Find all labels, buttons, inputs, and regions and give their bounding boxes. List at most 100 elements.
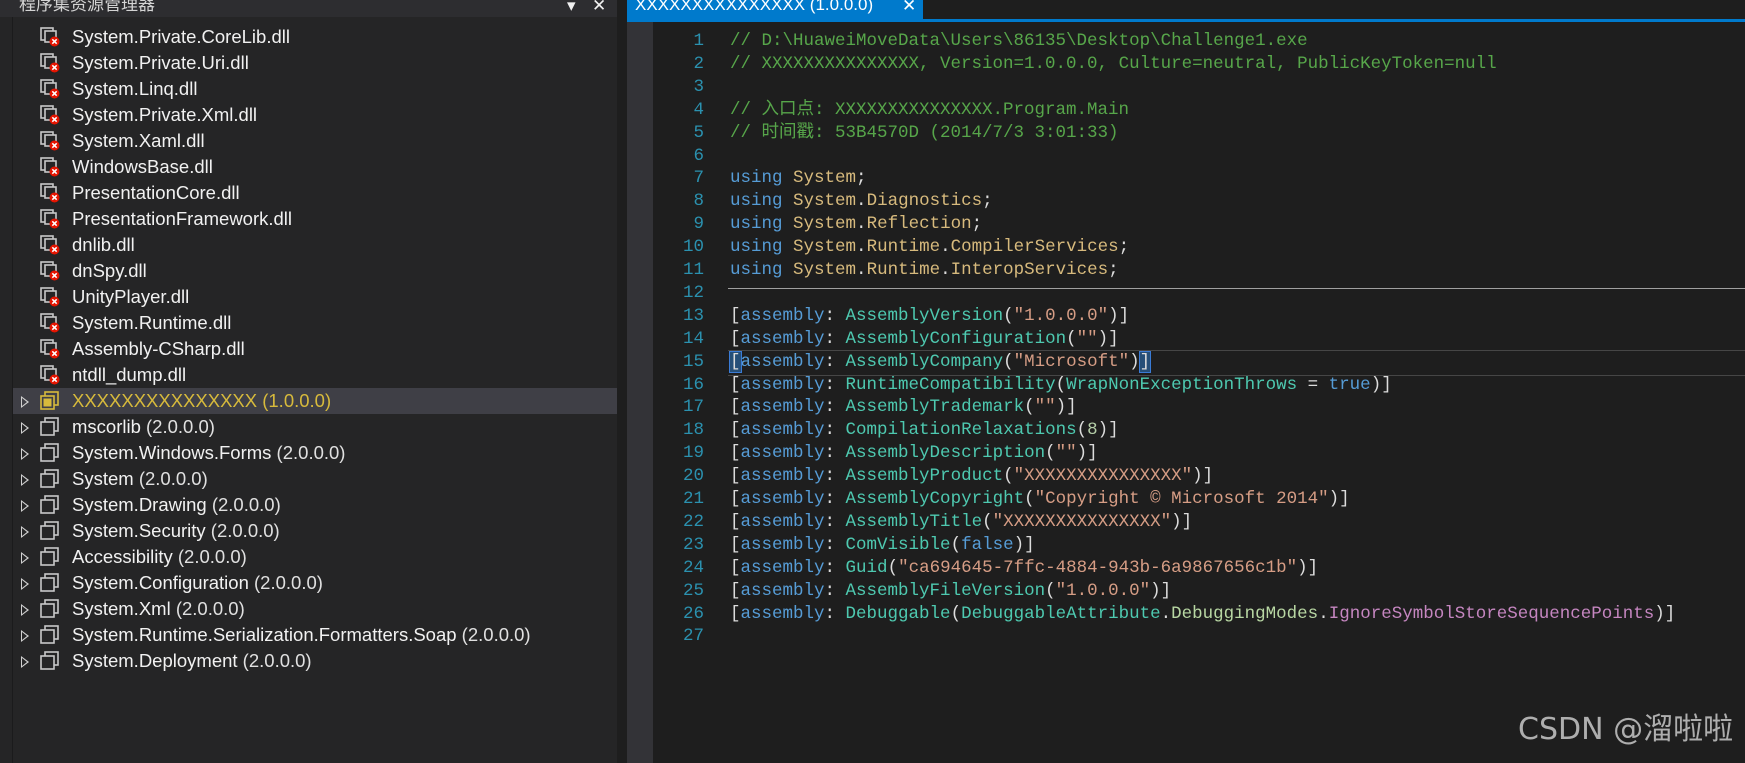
dnspy-window: 程序集资源管理器 ▾ ✕ System.Private.CoreLib.dll …: [0, 0, 1745, 763]
code-token: DebuggingModes: [1171, 603, 1319, 624]
expand-arrow-icon[interactable]: [21, 604, 29, 616]
code-line[interactable]: 24 [assembly: Guid("ca694645-7ffc-4884-94…: [653, 556, 1745, 580]
code-token: (: [1003, 466, 1014, 487]
tree-item-label: PresentationFramework.dll: [72, 206, 292, 232]
tree-item[interactable]: System.Linq.dll: [13, 76, 617, 102]
code-line[interactable]: 27: [653, 624, 1745, 648]
tree-item[interactable]: ntdll_dump.dll: [13, 362, 617, 388]
code-line[interactable]: 2 // XXXXXXXXXXXXXXX, Version=1.0.0.0, Cu…: [653, 52, 1745, 76]
expand-arrow-icon[interactable]: [21, 526, 29, 538]
code-line[interactable]: 26 [assembly: Debuggable(DebuggableAttrib…: [653, 602, 1745, 626]
explorer-close-icon[interactable]: ✕: [592, 0, 606, 14]
expand-arrow-icon[interactable]: [21, 552, 29, 564]
tree-item[interactable]: UnityPlayer.dll: [13, 284, 617, 310]
code-line[interactable]: 8 using System.Diagnostics;: [653, 189, 1745, 213]
expand-arrow-icon[interactable]: [21, 630, 29, 642]
code-line[interactable]: 3: [653, 75, 1745, 99]
tree-item[interactable]: Assembly-CSharp.dll: [13, 336, 617, 362]
code-line[interactable]: 15 [assembly: AssemblyCompany("Microsoft"…: [653, 349, 1745, 376]
code-text: [assembly: AssemblyCopyright("Copyright …: [730, 487, 1350, 511]
tree-item[interactable]: dnSpy.dll: [13, 258, 617, 284]
code-line[interactable]: 18 [assembly: CompilationRelaxations(8)]: [653, 418, 1745, 442]
tree-item[interactable]: dnlib.dll: [13, 232, 617, 258]
tree-item-label: ntdll_dump.dll: [72, 362, 186, 388]
code-token: System: [793, 168, 857, 189]
code-line[interactable]: 14 [assembly: AssemblyConfiguration("")]: [653, 327, 1745, 351]
code-token: ;: [971, 214, 983, 235]
code-line[interactable]: 13 [assembly: AssemblyVersion("1.0.0.0")]: [653, 304, 1745, 328]
code-token: (: [1066, 328, 1077, 349]
code-token: [: [730, 443, 741, 464]
code-line[interactable]: 9 using System.Reflection;: [653, 212, 1745, 236]
panel-splitter[interactable]: [617, 0, 627, 763]
code-line[interactable]: 25 [assembly: AssemblyFileVersion("1.0.0.…: [653, 579, 1745, 603]
tab-label: XXXXXXXXXXXXXXX (1.0.0.0): [635, 0, 874, 14]
code-token: AssemblyTitle: [845, 511, 983, 532]
expand-arrow-icon[interactable]: [21, 656, 29, 668]
line-number: 2: [693, 53, 704, 74]
code-token: .: [940, 237, 951, 258]
code-line[interactable]: 16 [assembly: RuntimeCompatibility(WrapNo…: [653, 373, 1745, 397]
code-editor[interactable]: 1 // D:\HuaweiMoveData\Users\86135\Deskto…: [653, 22, 1745, 763]
tab-close-icon[interactable]: ✕: [902, 0, 916, 14]
code-line[interactable]: 7 using System;: [653, 166, 1745, 190]
tree-item[interactable]: System.Private.CoreLib.dll: [13, 24, 617, 50]
code-token: )]: [1297, 557, 1319, 578]
code-token: (: [982, 511, 993, 532]
tree-item[interactable]: System.Runtime.dll: [13, 310, 617, 336]
expand-arrow-icon[interactable]: [21, 422, 29, 434]
code-token: using: [730, 214, 783, 235]
code-line[interactable]: 17 [assembly: AssemblyTrademark("")]: [653, 395, 1745, 419]
line-number: 19: [682, 443, 704, 464]
explorer-options-chevron-icon[interactable]: ▾: [567, 0, 576, 14]
tree-item[interactable]: System.Xaml.dll: [13, 128, 617, 154]
tree-item[interactable]: System (2.0.0.0): [13, 466, 617, 492]
tree-item[interactable]: System.Configuration (2.0.0.0): [13, 570, 617, 596]
expand-arrow-icon[interactable]: [21, 578, 29, 590]
tree-item[interactable]: WindowsBase.dll: [13, 154, 617, 180]
code-line[interactable]: 11 using System.Runtime.InteropServices;: [653, 258, 1745, 282]
line-number: 13: [682, 305, 704, 326]
code-line[interactable]: 1 // D:\HuaweiMoveData\Users\86135\Deskto…: [653, 29, 1745, 53]
tree-item[interactable]: System.Xml (2.0.0.0): [13, 596, 617, 622]
code-token: System: [793, 214, 857, 235]
code-token: )]: [1192, 466, 1214, 487]
code-line[interactable]: 20 [assembly: AssemblyProduct("XXXXXXXXXX…: [653, 464, 1745, 488]
code-line[interactable]: 19 [assembly: AssemblyDescription("")]: [653, 441, 1745, 465]
line-number: 4: [693, 99, 704, 120]
code-text: [assembly: AssemblyCompany("Microsoft")]: [729, 350, 1152, 374]
expand-arrow-icon[interactable]: [21, 500, 29, 512]
tree-item[interactable]: mscorlib (2.0.0.0): [13, 414, 617, 440]
expand-arrow-icon[interactable]: [21, 396, 29, 408]
tree-item[interactable]: Accessibility (2.0.0.0): [13, 544, 617, 570]
assembly-name: mscorlib: [72, 416, 141, 437]
tree-item[interactable]: System.Runtime.Serialization.Formatters.…: [13, 622, 617, 648]
tree-item[interactable]: XXXXXXXXXXXXXXX (1.0.0.0): [13, 388, 617, 414]
expand-arrow-icon[interactable]: [21, 474, 29, 486]
line-number: 23: [682, 534, 704, 555]
tree-item-label: System.Drawing (2.0.0.0): [72, 492, 281, 518]
code-line[interactable]: 6: [653, 144, 1745, 168]
tree-item[interactable]: System.Deployment (2.0.0.0): [13, 648, 617, 674]
code-line[interactable]: 4 // 入口点: XXXXXXXXXXXXXXX.Program.Main: [653, 98, 1745, 122]
tree-item[interactable]: System.Windows.Forms (2.0.0.0): [13, 440, 617, 466]
tree-item-label: System.Configuration (2.0.0.0): [72, 570, 323, 596]
tree-item[interactable]: System.Drawing (2.0.0.0): [13, 492, 617, 518]
tree-item[interactable]: System.Security (2.0.0.0): [13, 518, 617, 544]
code-line[interactable]: 22 [assembly: AssemblyTitle("XXXXXXXXXXXX…: [653, 510, 1745, 534]
expand-arrow-icon[interactable]: [21, 448, 29, 460]
code-token: Diagnostics: [866, 191, 983, 212]
code-line[interactable]: 21 [assembly: AssemblyCopyright("Copyrigh…: [653, 487, 1745, 511]
code-line[interactable]: 12: [653, 281, 1745, 305]
tab-decompiled-assembly[interactable]: XXXXXXXXXXXXXXX (1.0.0.0) ✕: [627, 0, 923, 19]
tree-item[interactable]: System.Private.Uri.dll: [13, 50, 617, 76]
code-line[interactable]: 5 // 时间戳: 53B4570D (2014/7/3 3:01:33): [653, 121, 1745, 145]
code-text: using System.Runtime.CompilerServices;: [730, 235, 1129, 259]
code-line[interactable]: 23 [assembly: ComVisible(false)]: [653, 533, 1745, 557]
tree-item[interactable]: PresentationCore.dll: [13, 180, 617, 206]
tree-item[interactable]: PresentationFramework.dll: [13, 206, 617, 232]
code-line[interactable]: 10 using System.Runtime.CompilerServices;: [653, 235, 1745, 259]
tree-item-label: System.Xaml.dll: [72, 128, 205, 154]
tree-item[interactable]: System.Private.Xml.dll: [13, 102, 617, 128]
code-text: using System.Diagnostics;: [730, 189, 993, 213]
